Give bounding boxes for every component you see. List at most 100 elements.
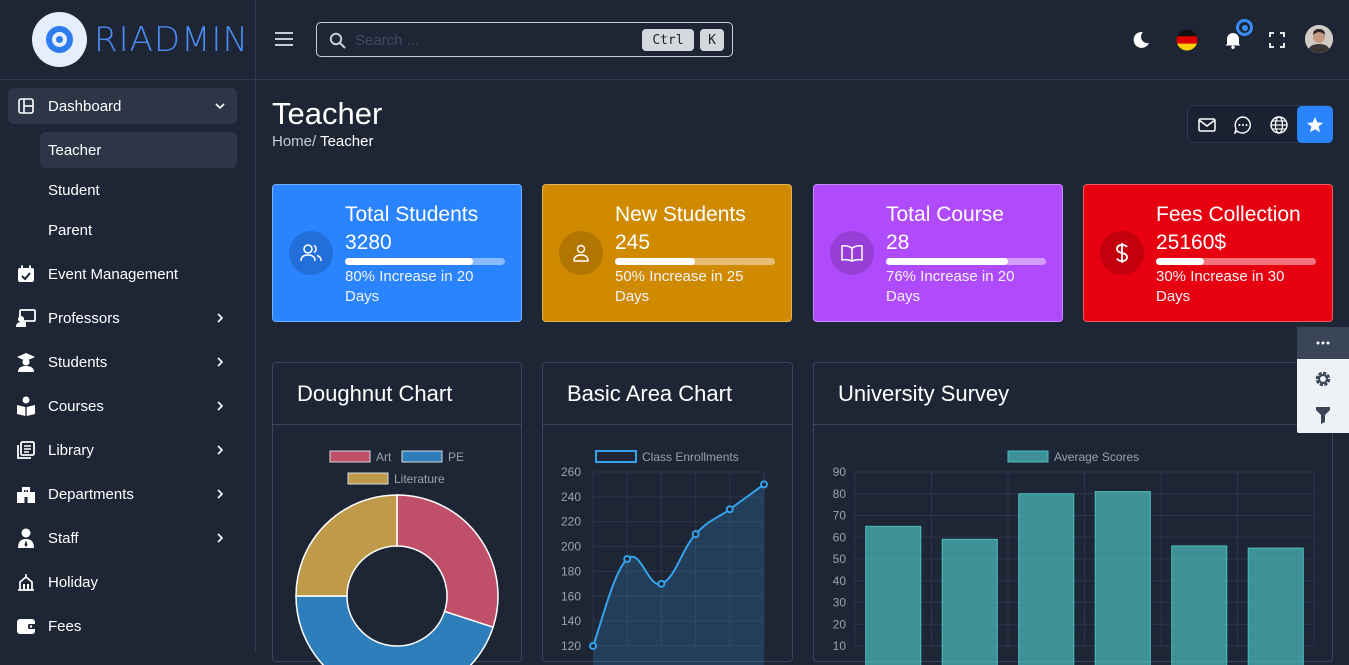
quick-actions [1187, 105, 1333, 143]
sidebar-subitem-parent[interactable]: Parent [40, 212, 237, 248]
area-point[interactable] [691, 530, 700, 539]
breadcrumb: Home/ Teacher [272, 133, 373, 150]
area-point[interactable] [725, 505, 734, 514]
sidebar-item-fees[interactable]: Fees [8, 608, 237, 644]
globe-icon [1270, 115, 1288, 134]
y-tick-label: 160 [561, 589, 581, 603]
legend-label: Average Scores [1054, 450, 1139, 464]
breadcrumb-home-link[interactable]: Home/ [272, 133, 316, 150]
chevron-right-icon [217, 445, 224, 455]
stat-card-fees-collection[interactable]: Fees Collection 25160$ 30% Increase in 3… [1083, 184, 1333, 322]
area-chart-panel: Basic Area Chart 120 140 160 180 200 220 240 26… [542, 362, 793, 665]
doughnut-slice[interactable] [396, 494, 499, 629]
sidebar-item-event-management[interactable]: Event Management [8, 256, 237, 292]
stat-description: 50% Increase in 25 Days [615, 268, 744, 305]
y-tick-label: 180 [561, 564, 581, 578]
sidebar-item-courses[interactable]: Courses [8, 388, 237, 424]
sidebar-item-label: Professors [48, 309, 120, 327]
chevron-right-icon [217, 533, 224, 543]
bar[interactable] [1247, 547, 1304, 665]
chat-button[interactable] [1225, 106, 1261, 143]
mail-icon [1198, 117, 1216, 132]
favorite-button[interactable] [1297, 106, 1333, 143]
y-tick-label: 140 [561, 614, 581, 628]
bar[interactable] [941, 538, 998, 665]
doughnut-chart: Art PELiterature [295, 450, 499, 665]
stat-card-total-course[interactable]: Total Course 28 76% Increase in 20 Days [813, 184, 1063, 322]
stat-card-total-students[interactable]: Total Students 3280 80% Increase in 20 D… [272, 184, 522, 322]
doughnut-slice[interactable] [295, 494, 398, 597]
area-point[interactable] [623, 555, 632, 563]
bar[interactable] [1018, 493, 1075, 665]
sidebar-item-professors[interactable]: Professors [8, 300, 237, 336]
stat-progress-bar [1156, 258, 1316, 265]
dark-mode-moon-icon[interactable] [1129, 28, 1153, 52]
logo-text: RIADMIN [94, 20, 249, 60]
sidebar-item-staff[interactable]: Staff [8, 520, 237, 556]
german-flag-icon[interactable] [1175, 28, 1199, 52]
hamburger-menu-icon[interactable] [275, 31, 293, 47]
sidebar-item-students[interactable]: Students [8, 344, 237, 380]
brand-logo[interactable]: RIADMIN [0, 0, 256, 80]
bar[interactable] [1171, 545, 1228, 665]
area-fill [593, 484, 764, 665]
area-point[interactable] [589, 642, 597, 650]
mail-button[interactable] [1189, 106, 1225, 143]
sidebar-item-library[interactable]: Library [8, 432, 237, 468]
y-tick-label: 220 [561, 515, 581, 529]
holiday-icon [16, 572, 36, 592]
avatar[interactable] [1305, 25, 1333, 53]
sidebar-item-label: Staff [48, 529, 79, 547]
filter-button[interactable] [1297, 397, 1349, 432]
calendar-check-icon [16, 264, 36, 284]
survey-chart-panel: University Survey 10 20 30 40 50 60 70 80 90 Aver… [813, 362, 1333, 665]
legend-swatch[interactable] [329, 450, 371, 463]
stat-card-new-students[interactable]: New Students 245 50% Increase in 25 Days [542, 184, 792, 322]
stat-progress-fill [1156, 258, 1204, 265]
bar[interactable] [865, 525, 922, 665]
notification-dot-icon [1236, 19, 1253, 36]
bar-chart: 10 20 30 40 50 60 70 80 90 Average Scores [833, 450, 1315, 665]
sidebar-item-label: Students [48, 353, 108, 371]
sidebar-subitem-student[interactable]: Student [40, 172, 237, 208]
stat-title: Fees Collection [1156, 203, 1301, 226]
staff-icon [16, 528, 36, 548]
building-icon [16, 484, 36, 504]
legend-swatch[interactable] [347, 472, 389, 485]
breadcrumb-current: Teacher [320, 133, 374, 150]
bar[interactable] [1094, 491, 1151, 665]
y-tick-label: 50 [833, 552, 847, 566]
sidebar-item-label: Fees [48, 617, 82, 635]
y-tick-label: 70 [833, 509, 847, 523]
area-point[interactable] [657, 579, 666, 588]
chevron-right-icon [217, 357, 224, 367]
sidebar-item-dashboard[interactable]: Dashboard [8, 88, 237, 124]
stat-value: 25160$ [1156, 231, 1227, 254]
y-tick-label: 30 [833, 596, 847, 610]
stat-progress-fill [886, 258, 1008, 265]
topbar: Ctrl K [256, 0, 1349, 80]
panel-title: Doughnut Chart [273, 363, 521, 425]
fullscreen-icon[interactable] [1265, 28, 1289, 52]
search-input[interactable] [355, 30, 625, 50]
stat-title: Total Students [345, 203, 479, 226]
settings-button[interactable] [1297, 361, 1349, 396]
area-point[interactable] [760, 480, 768, 489]
sidebar-item-holiday[interactable]: Holiday [8, 564, 237, 600]
legend-swatch[interactable] [1007, 450, 1049, 463]
stat-progress-bar [886, 258, 1046, 265]
chevron-down-icon [215, 103, 225, 110]
stat-value: 28 [886, 231, 910, 254]
sidebar-item-departments[interactable]: Departments [8, 476, 237, 512]
chevron-right-icon [217, 313, 224, 323]
star-icon [1307, 116, 1323, 132]
more-options-button[interactable] [1297, 327, 1349, 359]
legend-label: Literature [394, 472, 445, 486]
y-tick-label: 40 [833, 574, 847, 588]
globe-button[interactable] [1261, 106, 1297, 143]
legend-swatch[interactable] [595, 450, 637, 463]
legend-swatch[interactable] [401, 450, 443, 463]
sidebar-subitem-teacher[interactable]: Teacher [40, 132, 237, 168]
y-tick-label: 260 [561, 465, 581, 479]
stat-progress-fill [345, 258, 473, 265]
